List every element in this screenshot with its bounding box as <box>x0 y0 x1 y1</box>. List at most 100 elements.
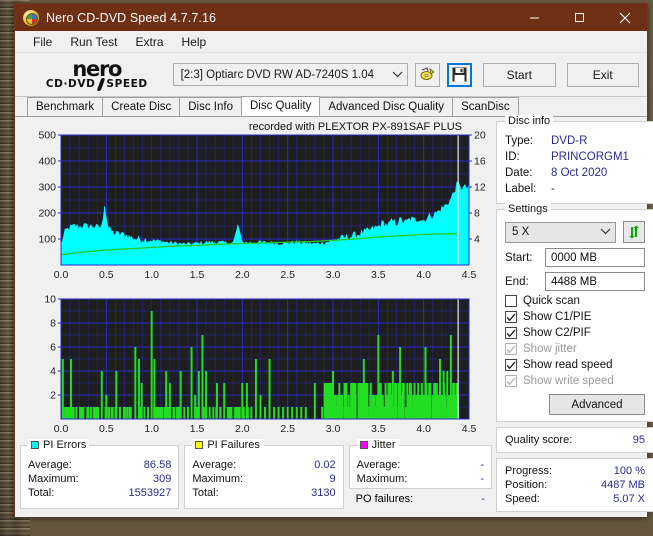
statistics-row: PI Errors Average: 86.58 Maximum: 309 To… <box>20 439 492 509</box>
svg-text:4.5: 4.5 <box>462 423 477 435</box>
table-row: Speed: 5.07 X <box>505 492 645 506</box>
po-failures-label: PO failures: <box>355 493 414 505</box>
svg-text:0.0: 0.0 <box>54 423 69 435</box>
svg-text:1.0: 1.0 <box>144 423 159 435</box>
checkbox-show-c2-pif[interactable]: Show C2/PIF <box>505 327 645 339</box>
checkbox-box <box>505 311 517 323</box>
pi-errors-stats-title: PI Errors <box>28 439 90 451</box>
svg-text:2.5: 2.5 <box>280 423 295 435</box>
close-icon[interactable] <box>602 4 647 31</box>
nero-logo-slash-icon <box>96 79 105 91</box>
start-label: Start: <box>505 251 533 264</box>
jitter-stats-title: Jitter <box>356 439 399 451</box>
tab-bar: Benchmark Create Disc Disc Info Disc Qua… <box>15 96 647 117</box>
svg-text:1.5: 1.5 <box>190 423 205 435</box>
pi-failures-maximum-value: 9 <box>329 473 336 485</box>
svg-text:300: 300 <box>38 182 56 194</box>
end-input[interactable]: 4488 MB <box>545 272 645 291</box>
tab-create-disc[interactable]: Create Disc <box>102 97 181 116</box>
start-input-value: 0000 MB <box>551 251 598 264</box>
pi-failures-average-label: Average: <box>192 459 237 471</box>
menu-item-extra[interactable]: Extra <box>126 33 172 51</box>
position-value: 4487 MB <box>600 479 645 491</box>
tab-content-disc-quality: recorded with PLEXTOR PX-891SAF PLUS 100… <box>15 115 653 517</box>
pi-failures-color-swatch <box>195 441 204 449</box>
table-row: Maximum: 309 <box>28 472 171 486</box>
disc-eject-button[interactable] <box>414 62 440 87</box>
pi-errors-chart: recorded with PLEXTOR PX-891SAF PLUS 100… <box>20 121 492 287</box>
charts-column: recorded with PLEXTOR PX-891SAF PLUS 100… <box>20 121 492 512</box>
start-input[interactable]: 0000 MB <box>545 248 645 267</box>
svg-text:0.5: 0.5 <box>99 423 114 435</box>
app-window: Nero CD-DVD Speed 4.7.7.16 File Run Test… <box>14 3 653 517</box>
disc-id-label: ID: <box>505 151 520 163</box>
pi-errors-stats: PI Errors Average: 86.58 Maximum: 309 To… <box>20 439 180 509</box>
settings-box: Settings 5 X Start: 0000 MB End: 4488 MB… <box>496 203 653 422</box>
disc-date-label: Date: <box>505 167 533 179</box>
table-row: Maximum: 9 <box>192 472 335 486</box>
tab-disc-quality[interactable]: Disc Quality <box>241 96 321 116</box>
pi-failures-chart: 2 4 6 8 10 0.0 0.5 1.0 1.5 2.0 2.5 3.0 3.5 4.0 4.5 <box>20 291 492 441</box>
po-failures-row: PO failures: - <box>349 489 492 506</box>
checkbox-show-c1-pie[interactable]: Show C1/PIE <box>505 311 645 323</box>
quality-score-box: Quality score: 95 <box>496 427 653 453</box>
menu-item-help[interactable]: Help <box>173 33 216 51</box>
table-row: ID: PRINCORGM1 <box>505 149 645 165</box>
quality-score-value: 95 <box>632 434 645 446</box>
tab-scandisc[interactable]: ScanDisc <box>452 97 519 116</box>
svg-text:10: 10 <box>44 294 56 306</box>
pi-failures-average-value: 0.02 <box>314 459 336 471</box>
svg-text:8: 8 <box>474 208 480 220</box>
pi-errors-average-value: 86.58 <box>143 459 172 471</box>
start-row: Start: 0000 MB <box>505 248 645 267</box>
position-label: Position: <box>505 479 548 491</box>
advanced-button[interactable]: Advanced <box>549 394 645 415</box>
minimize-icon[interactable] <box>512 4 557 31</box>
title-bar: Nero CD-DVD Speed 4.7.7.16 <box>15 4 647 31</box>
svg-text:500: 500 <box>38 130 56 142</box>
jitter-average-label: Average: <box>356 459 401 471</box>
svg-text:2.5: 2.5 <box>280 269 295 281</box>
tab-disc-info[interactable]: Disc Info <box>179 97 242 116</box>
svg-text:3.0: 3.0 <box>326 269 341 281</box>
nero-logo-sub-right: SPEED <box>106 78 148 91</box>
speed-select[interactable]: 5 X <box>505 221 616 243</box>
nero-disc-icon <box>23 9 39 26</box>
refresh-button[interactable] <box>623 221 645 243</box>
svg-text:400: 400 <box>38 156 56 168</box>
tab-advanced-disc-quality[interactable]: Advanced Disc Quality <box>319 97 454 116</box>
toolbar: nero CD·DVD SPEED [2:3] Optiarc DVD RW A… <box>15 53 647 97</box>
pi-errors-average-label: Average: <box>28 459 72 471</box>
checkbox-show-read-speed[interactable]: Show read speed <box>505 359 645 371</box>
floppy-save-icon <box>452 67 467 82</box>
checkbox-label: Show jitter <box>523 343 577 355</box>
table-row: Date: 8 Oct 2020 <box>505 165 645 181</box>
drive-select[interactable]: [2:3] Optiarc DVD RW AD-7240S 1.04 <box>172 63 408 86</box>
speed-select-value: 5 X <box>512 226 530 238</box>
window-title: Nero CD-DVD Speed 4.7.7.16 <box>46 10 217 25</box>
menu-item-run-test[interactable]: Run Test <box>61 33 126 51</box>
svg-text:2.0: 2.0 <box>235 269 250 281</box>
checkbox-show-jitter: Show jitter <box>505 343 645 355</box>
checkbox-quick-scan[interactable]: Quick scan <box>505 295 645 307</box>
end-label: End: <box>505 275 529 288</box>
start-button[interactable]: Start <box>483 62 556 87</box>
quality-score-label: Quality score: <box>505 434 573 446</box>
maximize-icon[interactable] <box>557 4 602 31</box>
table-row: Position: 4487 MB <box>505 478 645 492</box>
tab-benchmark[interactable]: Benchmark <box>27 97 104 116</box>
nero-logo: nero CD·DVD SPEED <box>35 58 159 91</box>
exit-button[interactable]: Exit <box>566 62 639 87</box>
pi-errors-maximum-value: 309 <box>152 473 172 485</box>
checkbox-box <box>505 375 517 387</box>
svg-text:4.0: 4.0 <box>416 423 431 435</box>
checkbox-label: Show write speed <box>523 375 614 387</box>
pi-failures-total-label: Total: <box>192 487 219 499</box>
svg-text:8: 8 <box>50 318 56 330</box>
menu-item-file[interactable]: File <box>24 33 61 51</box>
end-input-value: 4488 MB <box>551 275 598 288</box>
speed-row: 5 X <box>505 221 645 243</box>
end-row: End: 4488 MB <box>505 272 645 291</box>
disc-label-value: - <box>551 183 555 195</box>
save-button[interactable] <box>446 62 473 87</box>
